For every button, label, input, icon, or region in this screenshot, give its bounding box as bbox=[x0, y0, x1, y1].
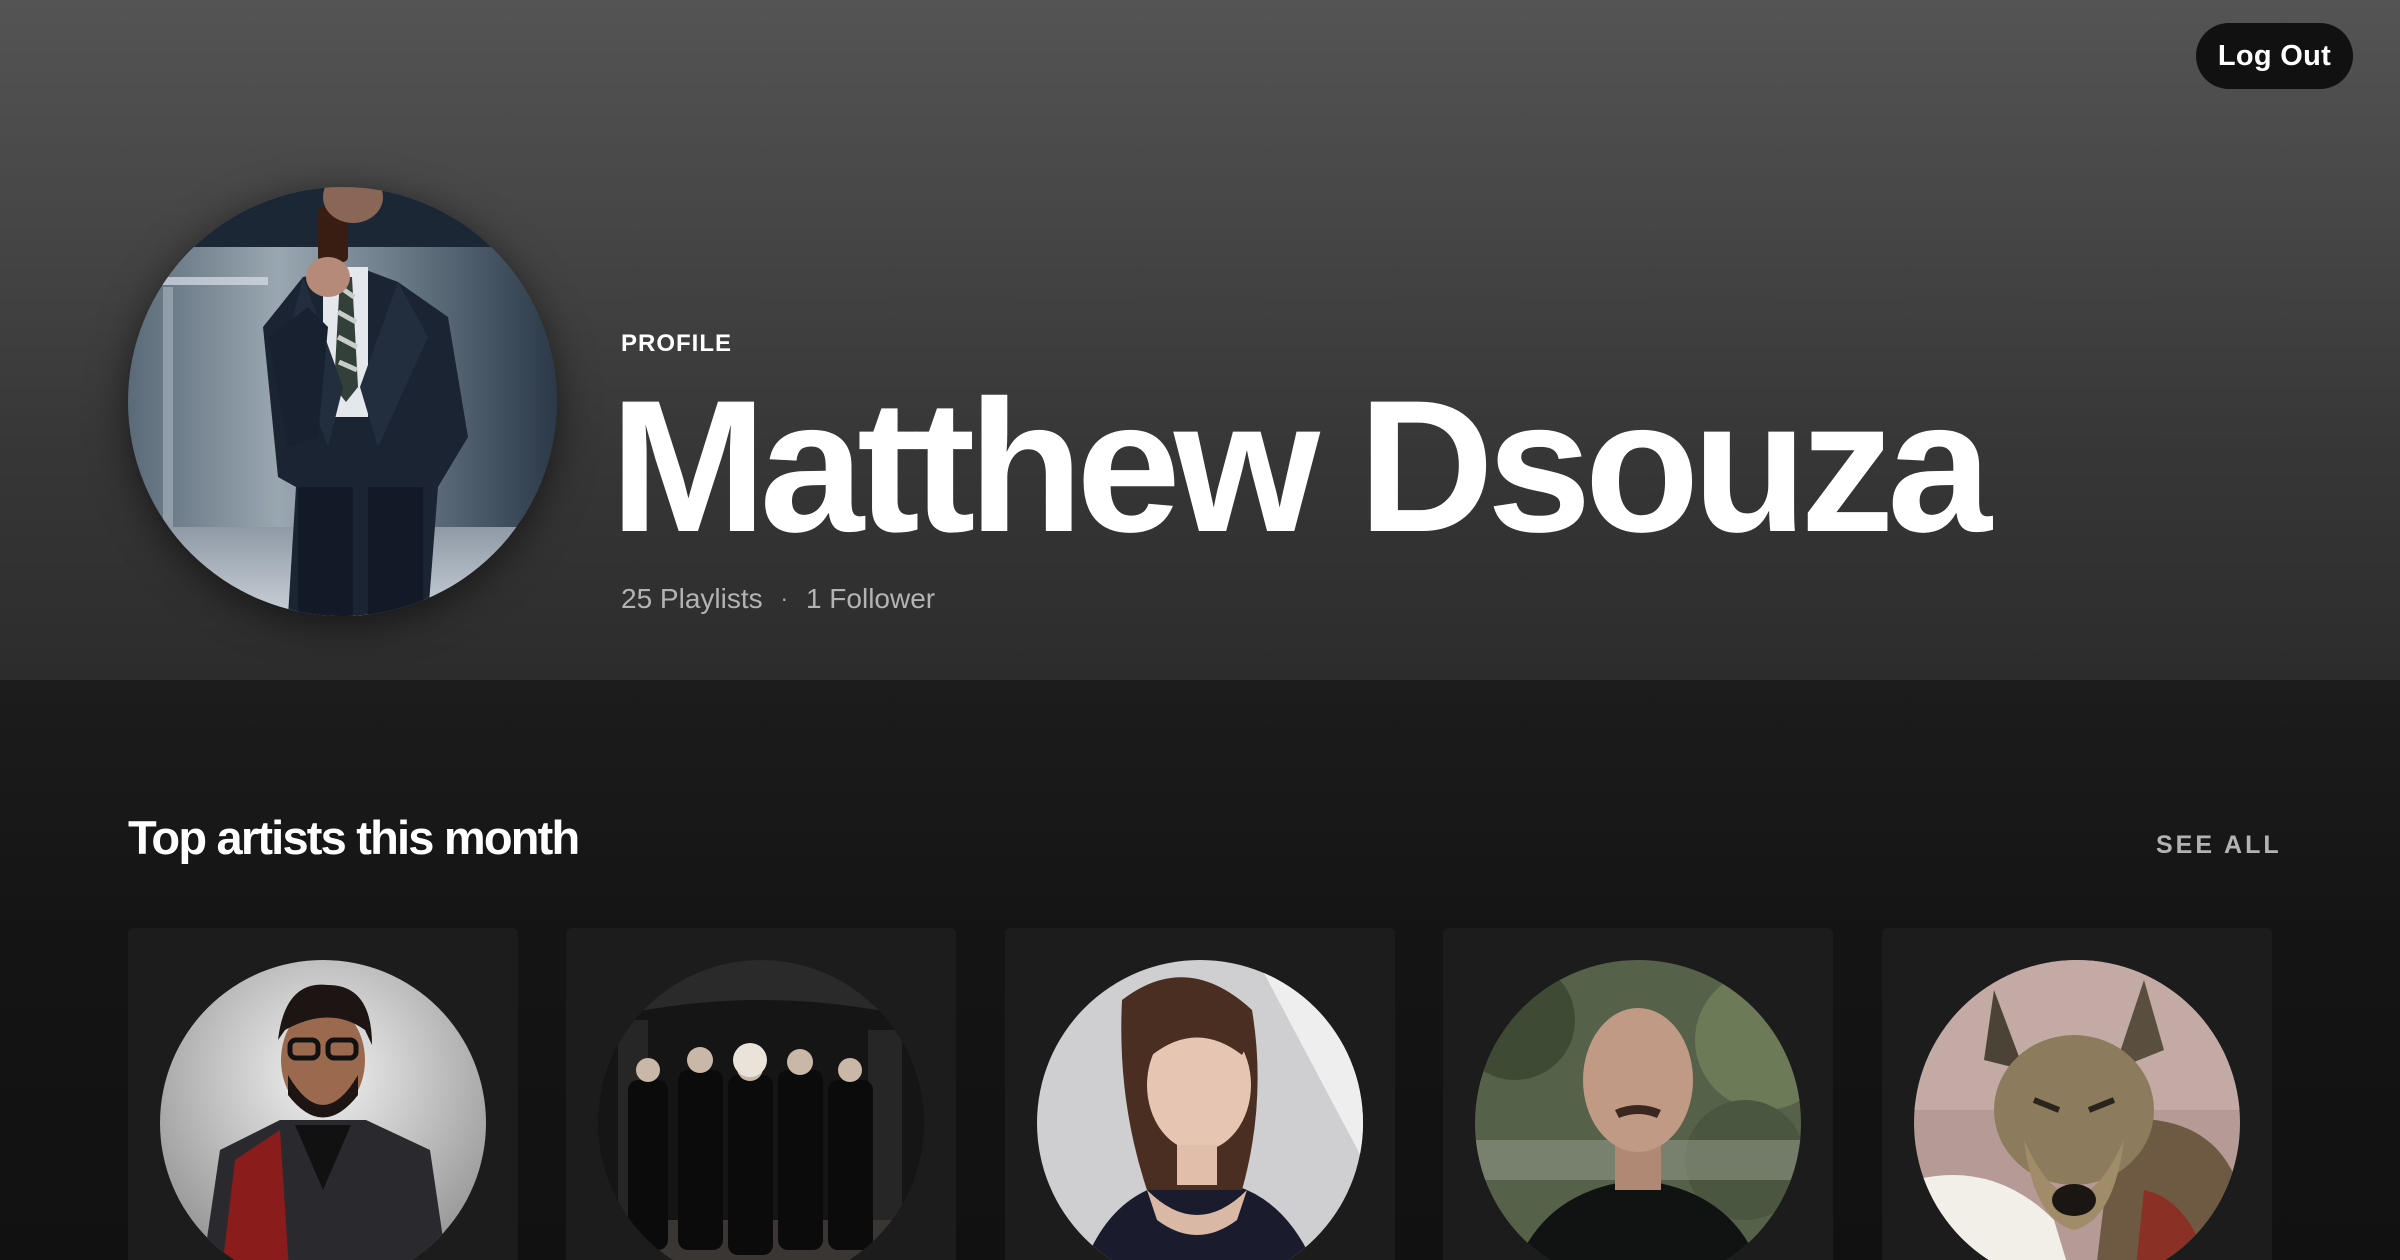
profile-page: Log Out PROFILE Matthew Dsouza 25 Playli… bbox=[0, 0, 2400, 1260]
followers-count[interactable]: 1 Follower bbox=[806, 583, 935, 615]
artist-card[interactable] bbox=[1005, 928, 1395, 1260]
see-all-link[interactable]: SEE ALL bbox=[2156, 831, 2282, 860]
stats-separator: · bbox=[780, 586, 788, 611]
artist-image bbox=[1037, 960, 1363, 1260]
artist-image bbox=[1475, 960, 1801, 1260]
artist-card[interactable] bbox=[128, 928, 518, 1260]
artist-card[interactable] bbox=[1443, 928, 1833, 1260]
profile-stats: 25 Playlists · 1 Follower bbox=[621, 583, 935, 615]
playlists-count[interactable]: 25 Playlists bbox=[621, 583, 763, 615]
top-artists-title: Top artists this month bbox=[128, 811, 580, 864]
artist-card[interactable] bbox=[1882, 928, 2272, 1260]
artist-image bbox=[1914, 960, 2240, 1260]
logout-button[interactable]: Log Out bbox=[2196, 23, 2353, 89]
artist-image bbox=[160, 960, 486, 1260]
artist-card[interactable] bbox=[566, 928, 956, 1260]
profile-avatar bbox=[128, 187, 557, 616]
profile-type-label: PROFILE bbox=[621, 330, 733, 357]
artist-image bbox=[598, 960, 924, 1260]
profile-name: Matthew Dsouza bbox=[610, 361, 1992, 571]
